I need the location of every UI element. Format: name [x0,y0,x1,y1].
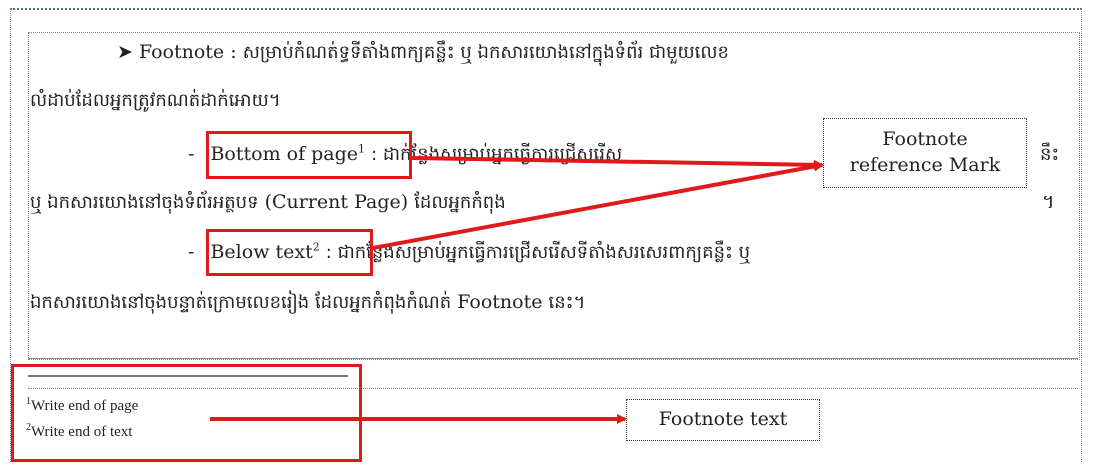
callout-mark-line1: Footnote [882,128,968,150]
text-line-1: ➤ Footnote : សម្រាប់កំណត់ទ្ធទីតាំងពាក្យគ… [117,40,729,67]
bullet-arrow-icon: ➤ [117,41,133,63]
colon: : [230,41,237,63]
text-line-3-end: នឹះ [1040,144,1060,165]
line6-khmer-a: ឯកសារយោងនៅចុងបន្ទាត់ក្រោមលេខរៀង ដែលអ្នកក… [30,292,452,313]
current-page-label: (Current Page) [264,191,409,213]
callout-footnote-reference-mark: Footnote reference Mark [823,118,1027,188]
line4-khmer-b: ដែលអ្នកកំពុង [414,192,506,213]
text-line-2: លំដាប់ដែលអ្នកត្រូវកណត់ដាក់អោយ។ [30,90,281,111]
callout-mark-line2: reference Mark [849,154,1001,176]
highlight-bottom-of-page [206,131,412,179]
highlight-below-text [206,229,373,276]
list-dash: - [188,143,195,165]
footnote-word: Footnote [457,291,543,313]
line4-khmer-a: ឬ ឯកសារយោងនៅចុងទំព័រអត្ថបទ [30,192,259,213]
callout-footnote-text: Footnote text [626,399,820,441]
text-line-4-end: ។ [1042,191,1055,213]
text-line-6: ឯកសារយោងនៅចុងបន្ទាត់ក្រោមលេខរៀង ដែលអ្នកក… [30,290,585,317]
footnote-term: Footnote [138,41,225,63]
list-dash-2: - [188,241,195,263]
page-bottom-line [28,358,1078,359]
below-text-definition: : ជាកន្លែងសម្រាប់អ្នកធ្វើការជ្រើសរើសទីតា… [325,242,751,263]
line6-khmer-b: នេះ។ [548,292,586,313]
footnote-definition: សម្រាប់កំណត់ទ្ធទីតាំងពាក្យគន្លឹះ ឬ ឯកសារ… [242,42,729,63]
text-line-4: ឬ ឯកសារយោងនៅចុងទំព័រអត្ថបទ (Current Page… [30,190,506,217]
highlight-footnote-area [11,364,362,462]
